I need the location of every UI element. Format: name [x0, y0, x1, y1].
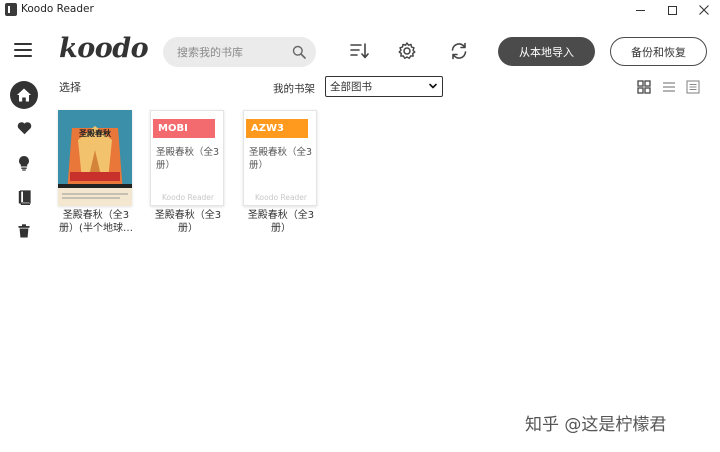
menu-icon[interactable]: [14, 43, 32, 57]
trash-icon: [18, 224, 30, 238]
app-icon: [5, 3, 17, 16]
close-button[interactable]: [688, 0, 720, 20]
sync-icon[interactable]: [449, 41, 469, 61]
book-card[interactable]: MOBI 圣殿春秋（全3册） Koodo Reader 圣殿春秋（全3册）: [150, 110, 226, 235]
shelf-selected-value: 全部图书: [330, 81, 372, 93]
home-icon: [17, 88, 31, 102]
search-icon[interactable]: [292, 45, 306, 59]
title-bar: Koodo Reader: [0, 0, 720, 20]
detail-view-icon[interactable]: [686, 80, 700, 94]
book-card[interactable]: AZW3 圣殿春秋（全3册） Koodo Reader 圣殿春秋（全3册）: [243, 110, 319, 235]
cover-title: 圣殿春秋（全3册）: [249, 147, 313, 171]
shelf-select[interactable]: 全部图书: [325, 76, 443, 97]
cover-brand: Koodo Reader: [255, 193, 307, 202]
book-cover-placeholder: MOBI 圣殿春秋（全3册） Koodo Reader: [150, 110, 224, 206]
cover-brand: Koodo Reader: [162, 193, 214, 202]
minimize-icon: [635, 9, 645, 11]
watermark: 知乎 @这是柠檬君: [525, 415, 667, 435]
select-button[interactable]: 选择: [59, 79, 81, 95]
bulb-icon: [19, 156, 29, 171]
app-logo: koodo: [59, 33, 149, 64]
sidebar-item-bookmarks[interactable]: [10, 183, 38, 211]
cover-artwork: [58, 110, 132, 206]
book-icon: [18, 189, 31, 205]
book-name: 圣殿春秋（全3册）: [247, 210, 315, 234]
maximize-button[interactable]: [656, 0, 688, 20]
book-name: 圣殿春秋（全3册）(半个地球…: [59, 210, 133, 234]
cover-title: 圣殿春秋（全3册）: [156, 147, 220, 171]
window-title: Koodo Reader: [21, 3, 94, 15]
grid-view-icon[interactable]: [637, 80, 651, 94]
maximize-icon: [667, 5, 677, 15]
heart-icon: [17, 122, 31, 135]
sidebar-item-trash[interactable]: [10, 217, 38, 245]
gear-icon[interactable]: [397, 41, 417, 61]
search-bar[interactable]: [163, 37, 316, 67]
sort-icon[interactable]: [349, 41, 369, 61]
sidebar-item-favorites[interactable]: [10, 114, 38, 142]
list-view-icon[interactable]: [662, 80, 676, 94]
book-name: 圣殿春秋（全3册）: [154, 210, 222, 234]
shelf-label: 我的书架: [273, 83, 315, 95]
search-input[interactable]: [177, 45, 287, 59]
book-cover-image: 圣殿春秋: [58, 110, 132, 206]
backup-restore-button[interactable]: 备份和恢复: [610, 37, 707, 66]
book-card[interactable]: 圣殿春秋 圣殿春秋（全3册）(半个地球…: [58, 110, 134, 235]
format-badge: MOBI: [153, 119, 215, 138]
chevron-down-icon: [429, 83, 437, 89]
import-local-button[interactable]: 从本地导入: [498, 37, 595, 66]
sidebar-item-notes[interactable]: [10, 149, 38, 177]
minimize-button[interactable]: [624, 0, 656, 20]
book-cover-placeholder: AZW3 圣殿春秋（全3册） Koodo Reader: [243, 110, 317, 206]
sidebar-item-home[interactable]: [10, 81, 38, 109]
close-icon: [699, 5, 709, 15]
format-badge: AZW3: [246, 119, 308, 138]
cover-title: 圣殿春秋: [79, 128, 111, 138]
